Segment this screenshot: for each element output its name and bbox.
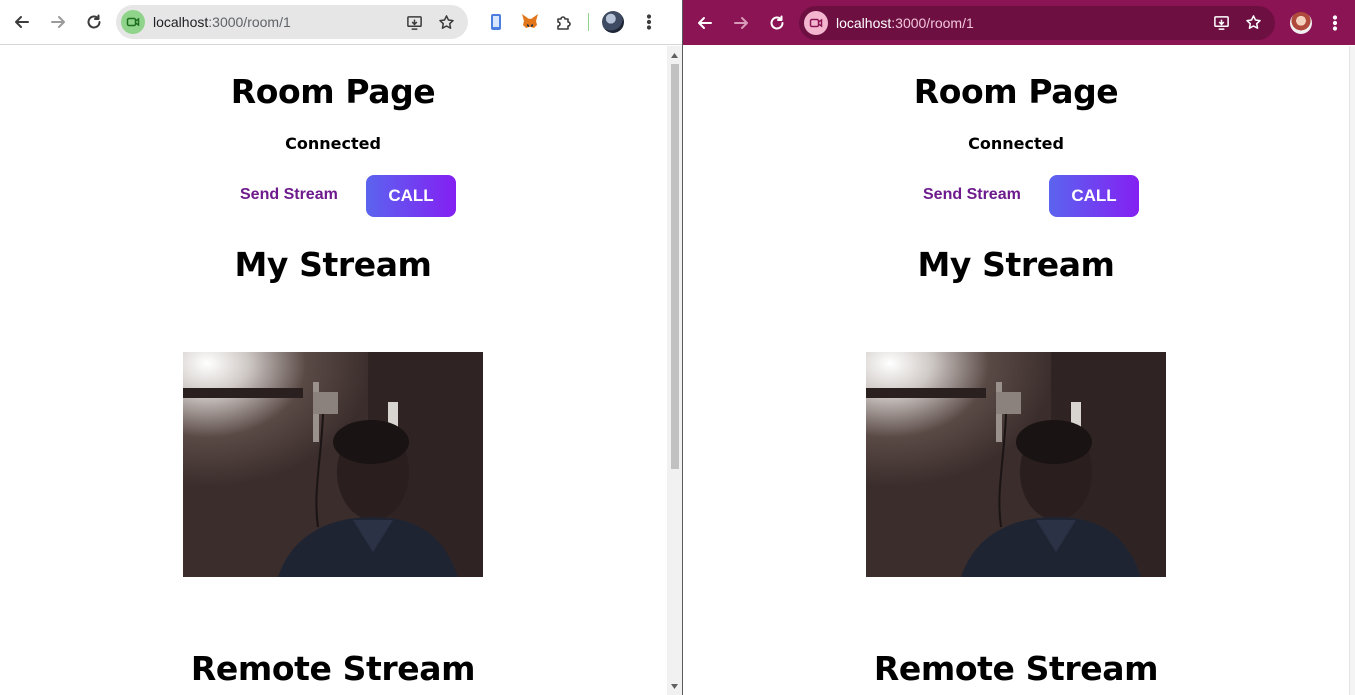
send-stream-button[interactable]: Send Stream bbox=[923, 186, 1021, 204]
page-title: Room Page bbox=[913, 72, 1119, 111]
bookmark-star-icon[interactable] bbox=[432, 8, 460, 36]
page-title: Room Page bbox=[230, 72, 436, 111]
toolbar-separator bbox=[588, 13, 589, 31]
remote-stream-heading: Remote Stream bbox=[873, 649, 1159, 688]
profile-avatar[interactable] bbox=[1285, 7, 1317, 39]
my-stream-video bbox=[183, 352, 483, 577]
browser-window-right: localhost:3000/room/1 Room Page Connecte… bbox=[683, 0, 1355, 695]
url-text[interactable]: localhost:3000/room/1 bbox=[836, 15, 974, 31]
install-app-icon[interactable] bbox=[400, 8, 428, 36]
address-bar[interactable]: localhost:3000/room/1 bbox=[799, 5, 1275, 40]
browser-toolbar: localhost:3000/room/1 bbox=[683, 0, 1355, 45]
url-host: localhost bbox=[836, 14, 892, 31]
page-scrollbar[interactable] bbox=[1349, 46, 1355, 695]
menu-kebab-icon[interactable] bbox=[631, 4, 667, 40]
page-scrollbar[interactable] bbox=[667, 46, 682, 695]
avatar bbox=[1290, 11, 1312, 34]
remote-stream-heading: Remote Stream bbox=[190, 649, 476, 688]
video-camera-icon[interactable] bbox=[121, 10, 145, 34]
webcam-frame bbox=[183, 352, 483, 577]
metamask-fox-icon[interactable] bbox=[514, 6, 546, 38]
video-camera-icon[interactable] bbox=[804, 10, 828, 35]
scroll-down-arrow-icon[interactable] bbox=[667, 679, 682, 693]
call-button[interactable]: CALL bbox=[1049, 175, 1139, 217]
connection-status: Connected bbox=[968, 134, 1064, 153]
menu-kebab-icon[interactable] bbox=[1317, 5, 1353, 41]
my-stream-heading: My Stream bbox=[234, 245, 432, 284]
puzzle-extensions-icon[interactable] bbox=[548, 6, 580, 38]
profile-avatar[interactable] bbox=[597, 6, 629, 38]
room-page: Room Page Connected Send Stream CALL My … bbox=[0, 46, 666, 695]
browser-toolbar: localhost:3000/room/1 bbox=[0, 0, 682, 45]
reload-icon[interactable] bbox=[759, 5, 795, 41]
bookmark-star-icon[interactable] bbox=[1239, 9, 1267, 37]
my-stream-heading: My Stream bbox=[917, 245, 1115, 284]
back-arrow-icon[interactable] bbox=[687, 5, 723, 41]
phone-extension-icon[interactable] bbox=[480, 6, 512, 38]
scroll-thumb[interactable] bbox=[671, 64, 679, 469]
room-page: Room Page Connected Send Stream CALL My … bbox=[683, 46, 1355, 695]
connection-status: Connected bbox=[285, 134, 381, 153]
url-path: :3000/room/1 bbox=[208, 14, 291, 30]
forward-arrow-icon[interactable] bbox=[723, 5, 759, 41]
reload-icon[interactable] bbox=[76, 4, 112, 40]
scroll-up-arrow-icon[interactable] bbox=[667, 48, 682, 62]
send-stream-button[interactable]: Send Stream bbox=[240, 186, 338, 204]
url-host: localhost bbox=[153, 14, 209, 30]
url-path: :3000/room/1 bbox=[891, 14, 974, 31]
url-text[interactable]: localhost:3000/room/1 bbox=[153, 14, 291, 30]
avatar bbox=[602, 11, 624, 33]
back-arrow-icon[interactable] bbox=[4, 4, 40, 40]
forward-arrow-icon[interactable] bbox=[40, 4, 76, 40]
address-bar[interactable]: localhost:3000/room/1 bbox=[116, 5, 468, 39]
install-app-icon[interactable] bbox=[1207, 9, 1235, 37]
webcam-frame bbox=[866, 352, 1166, 577]
my-stream-video bbox=[866, 352, 1166, 577]
call-button[interactable]: CALL bbox=[366, 175, 456, 217]
browser-window-left: localhost:3000/room/1 Room Page Connecte… bbox=[0, 0, 682, 695]
